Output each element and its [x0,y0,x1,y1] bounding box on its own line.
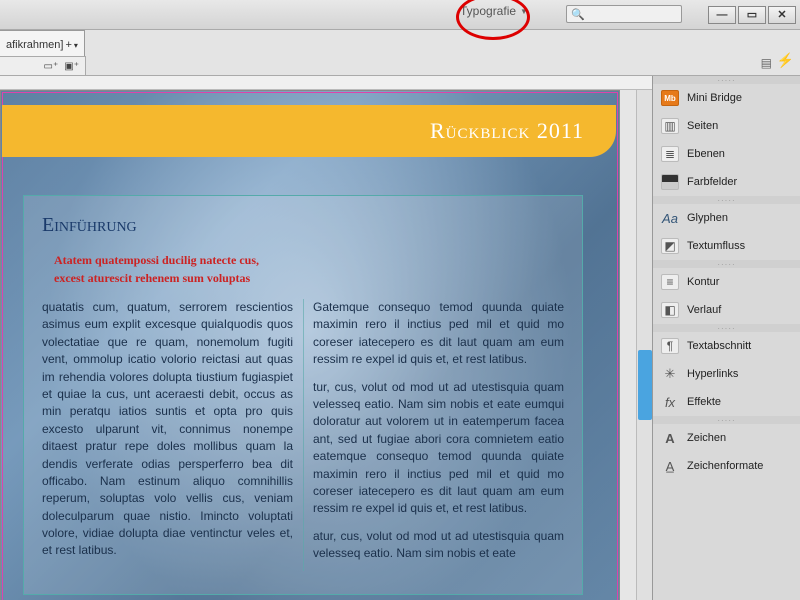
toolbar-icons: ▭⁺ ▣⁺ [0,56,86,76]
gradient-icon: ◧ [661,302,679,318]
panel-grip[interactable] [653,196,800,204]
intro-heading: Einführung [42,214,564,237]
body-text: quatatis cum, quatum, serrorem rescienti… [42,299,293,560]
main-area: Rückblick 2011 Einführung Atatem quatemp… [0,76,800,600]
lead-paragraph: Atatem quatempossi ducilig natecte cus, … [42,251,292,287]
panel-effekte[interactable]: fxEffekte [653,388,800,416]
page: Rückblick 2011 Einführung Atatem quatemp… [0,90,620,600]
body-columns: quatatis cum, quatum, serrorem rescienti… [42,299,564,571]
chevron-down-icon: ▾ [74,41,78,50]
horizontal-ruler [0,76,652,90]
effects-icon: fx [661,394,679,410]
panel-grip[interactable] [653,260,800,268]
pages-icon: ▥ [661,118,679,134]
scrollbar-thumb[interactable] [638,350,652,420]
panel-grip[interactable] [653,416,800,424]
panel-hyperlinks[interactable]: ✳Hyperlinks [653,360,800,388]
layers-icon: ≣ [661,146,679,162]
panel-farbfelder[interactable]: Farbfelder [653,168,800,196]
close-button[interactable]: ✕ [768,6,796,24]
panel-ebenen[interactable]: ≣Ebenen [653,140,800,168]
panel-zeichen[interactable]: AZeichen [653,424,800,452]
stroke-icon: ≡ [661,274,679,290]
panel-grip[interactable] [653,324,800,332]
options-bar: afikrahmen] + ▾ ▭⁺ ▣⁺ ▤ ⚡ [0,30,800,76]
panel-menu-icon[interactable]: ▤ [761,56,772,70]
frame-icon[interactable]: ▭⁺ [44,61,59,72]
panel-textumfluss[interactable]: ◩Textumfluss [653,232,800,260]
panel-zeichenformate[interactable]: A̲Zeichenformate [653,452,800,480]
body-text: tur, cus, volut od mod ut ad utestisquia… [313,379,564,518]
panel-grip[interactable] [653,76,800,84]
story-icon: ¶ [661,338,679,354]
character-icon: A [661,430,679,446]
body-text: Gatemque consequo temod quunda quiate ma… [313,299,564,369]
textwrap-icon: ◩ [661,238,679,254]
vertical-scrollbar[interactable] [636,90,652,600]
search-icon: 🔍 [571,8,585,21]
mini-bridge-icon: Mb [661,90,679,106]
panel-textabschnitt[interactable]: ¶Textabschnitt [653,332,800,360]
panel-mini-bridge[interactable]: MbMini Bridge [653,84,800,112]
panel-glyphen[interactable]: AaGlyphen [653,204,800,232]
page-header-banner: Rückblick 2011 [2,105,616,157]
hyperlink-icon: ✳ [661,366,679,382]
workspace-switcher[interactable]: Typografie ▼ [460,4,528,18]
chevron-down-icon: ▼ [520,7,528,16]
search-input[interactable]: 🔍 [566,5,682,23]
right-panel-dock: MbMini Bridge ▥Seiten ≣Ebenen Farbfelder… [652,76,800,600]
glyphs-icon: Aa [661,210,679,226]
titlebar: Typografie ▼ 🔍 — ▭ ✕ [0,0,800,30]
page-header-title: Rückblick 2011 [430,118,584,144]
document-canvas[interactable]: Rückblick 2011 Einführung Atatem quatemp… [0,76,652,600]
window-buttons: — ▭ ✕ [708,6,796,24]
panel-kontur[interactable]: ≡Kontur [653,268,800,296]
charstyle-icon: A̲ [661,458,679,474]
panel-seiten[interactable]: ▥Seiten [653,112,800,140]
body-text: atur, cus, volut od mod ut ad utestisqui… [313,528,564,563]
text-frame[interactable]: Einführung Atatem quatempossi ducilig na… [23,195,583,595]
panel-verlauf[interactable]: ◧Verlauf [653,296,800,324]
swatches-icon [661,174,679,190]
maximize-button[interactable]: ▭ [738,6,766,24]
minimize-button[interactable]: — [708,6,736,24]
frame-fit-icon[interactable]: ▣⁺ [64,61,79,72]
workspace-label: Typografie [460,4,516,18]
bolt-icon[interactable]: ⚡ [777,52,794,69]
